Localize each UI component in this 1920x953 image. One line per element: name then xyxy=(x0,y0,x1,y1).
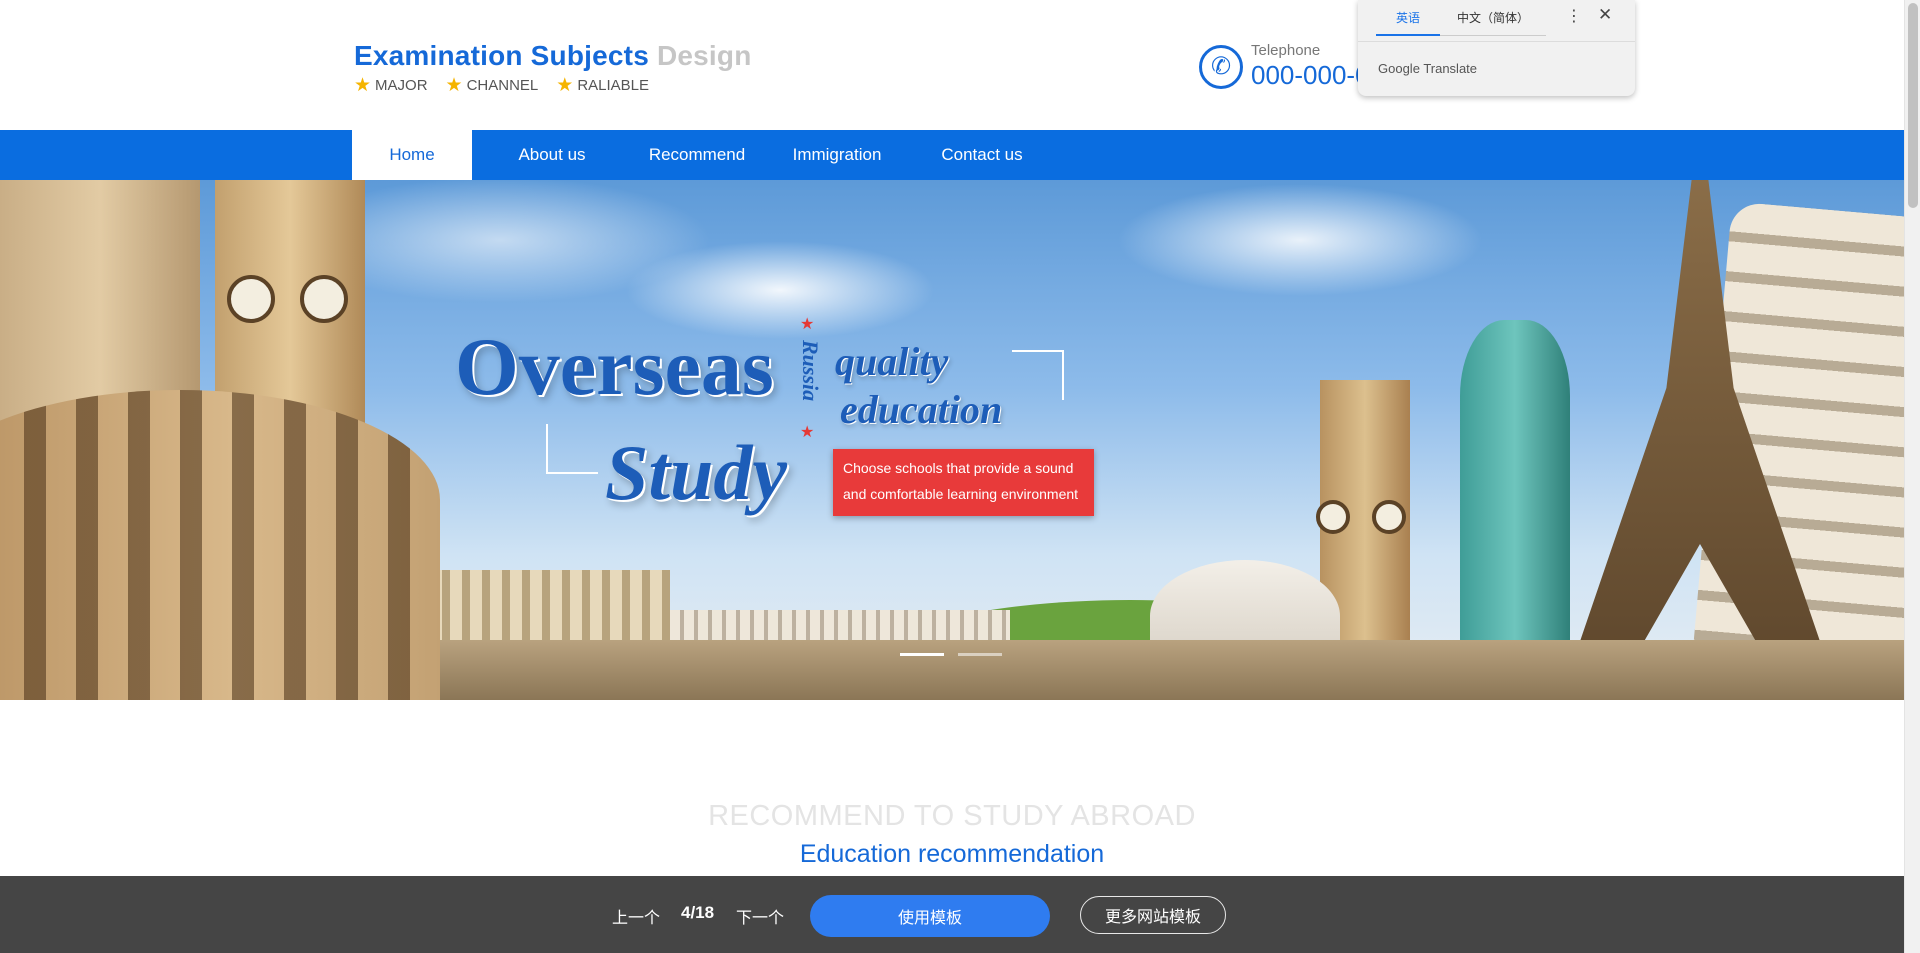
hero-banner[interactable]: Overseas Study quality education ★ Russi… xyxy=(0,180,1904,700)
slider-dot[interactable] xyxy=(900,653,944,656)
brand-tag: ★ CHANNEL xyxy=(446,76,539,95)
brand-title: Examination Subjects Design xyxy=(354,40,752,72)
star-icon: ★ xyxy=(445,75,463,96)
translate-brand-google: Google xyxy=(1378,61,1420,76)
nav-item-home[interactable]: Home xyxy=(352,130,472,180)
clock-icon xyxy=(227,275,275,323)
prev-template-link[interactable]: 上一个 xyxy=(612,904,660,928)
nav-item-about-us[interactable]: About us xyxy=(472,130,632,180)
clock-icon xyxy=(1372,500,1406,534)
nav-item-immigration[interactable]: Immigration xyxy=(762,130,912,180)
translate-divider xyxy=(1358,41,1635,42)
translate-tab-english[interactable]: 英语 xyxy=(1376,9,1440,36)
phone-contact: ✆ Telephone 000-000-0 xyxy=(1199,42,1370,91)
next-template-link[interactable]: 下一个 xyxy=(736,904,784,928)
close-icon[interactable]: ✕ xyxy=(1598,5,1612,25)
brand-tag: ★ RALIABLE xyxy=(556,76,649,95)
brand-tag-label: CHANNEL xyxy=(466,77,539,94)
brand-tag-label: MAJOR xyxy=(375,77,428,94)
main-nav: Home About us Recommend Immigration Cont… xyxy=(0,130,1904,180)
section-eyebrow: RECOMMEND TO STUDY ABROAD xyxy=(708,800,1196,832)
nav-items: Home About us Recommend Immigration Cont… xyxy=(352,130,1052,180)
brand-title-main: Examination Subjects xyxy=(354,40,649,71)
banner-sub-quality: quality xyxy=(835,339,949,384)
decor-bracket xyxy=(546,424,598,474)
brand-tag-label: RALIABLE xyxy=(577,77,650,94)
translate-brand-suffix: Translate xyxy=(1423,61,1478,76)
translate-language-tabs: 英语 中文（简体） xyxy=(1376,9,1546,36)
translate-tab-chinese[interactable]: 中文（简体） xyxy=(1440,9,1546,36)
banner-colosseum xyxy=(0,390,440,700)
template-bottom-bar: 上一个 4/18 下一个 使用模板 更多网站模板 xyxy=(0,876,1904,953)
brand-logo[interactable]: Examination Subjects Design ★ MAJOR ★ CHAN… xyxy=(354,40,752,95)
more-templates-button[interactable]: 更多网站模板 xyxy=(1080,896,1226,934)
banner-sub-education: education xyxy=(840,387,1003,432)
translate-popup: 英语 中文（简体） ⋮ ✕ Google Translate xyxy=(1358,0,1635,96)
page-indicator: 4/18 xyxy=(681,903,715,922)
scrollbar-thumb[interactable] xyxy=(1908,3,1918,208)
more-vert-icon[interactable]: ⋮ xyxy=(1566,6,1582,26)
nav-item-recommend[interactable]: Recommend xyxy=(632,130,762,180)
star-icon: ★ xyxy=(800,316,815,333)
banner-callout: Choose schools that provide a sound and … xyxy=(833,449,1094,516)
page-scrollbar[interactable] xyxy=(1904,0,1920,953)
section-title: Education recommendation xyxy=(799,840,1105,868)
use-template-button[interactable]: 使用模板 xyxy=(810,895,1050,937)
clock-icon xyxy=(300,275,348,323)
brand-tags: ★ MAJOR ★ CHANNEL ★ RALIABLE xyxy=(354,76,752,95)
page: Examination Subjects Design ★ MAJOR ★ CHAN… xyxy=(0,0,1920,953)
phone-label: Telephone xyxy=(1251,42,1321,59)
star-icon: ★ xyxy=(354,75,372,96)
banner-vertical-russia: Russia xyxy=(798,340,823,402)
star-icon: ★ xyxy=(800,424,815,441)
slider-dot[interactable] xyxy=(958,653,1002,656)
banner-headline-overseas: Overseas xyxy=(455,321,774,412)
nav-item-contact-us[interactable]: Contact us xyxy=(912,130,1052,180)
star-icon: ★ xyxy=(556,75,574,96)
slider-pagination xyxy=(900,653,1002,656)
brand-title-accent: Design xyxy=(656,40,752,71)
phone-number: 000-000-0 xyxy=(1251,60,1370,90)
phone-icon: ✆ xyxy=(1199,44,1243,89)
decor-bracket xyxy=(1012,350,1064,400)
brand-tag: ★ MAJOR xyxy=(354,76,428,95)
google-translate-logo: Google Translate xyxy=(1378,61,1477,76)
banner-headline-study: Study xyxy=(605,429,788,516)
clock-icon xyxy=(1316,500,1350,534)
